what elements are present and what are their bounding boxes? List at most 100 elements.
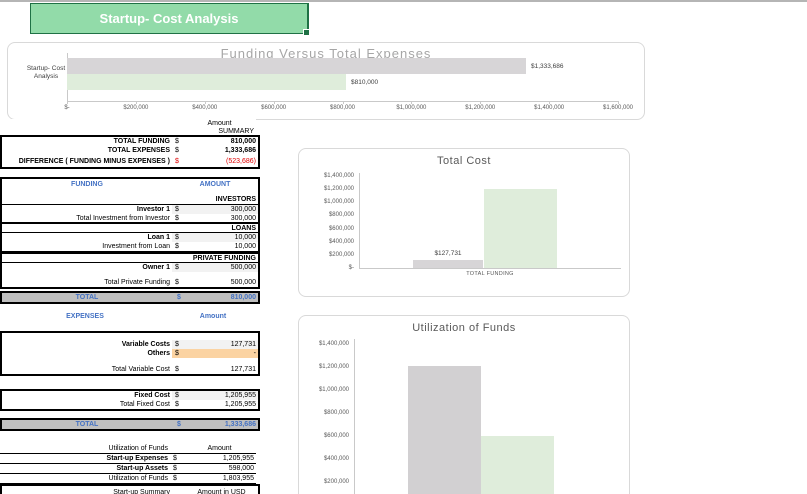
- fixed-box-row-1-dollar[interactable]: $: [172, 401, 187, 408]
- utilization-table-row-3-valuecell[interactable]: $1,803,955: [170, 474, 256, 483]
- private-box-row-1-value[interactable]: 500,000: [187, 264, 258, 271]
- summary-box-row-1-valuecell[interactable]: $1,333,686: [172, 146, 258, 155]
- private-box-row-1-valuecell[interactable]: $500,000: [172, 263, 258, 272]
- private-box-row-3-dollar[interactable]: $: [172, 279, 187, 286]
- variable-box-row-2-valuecell[interactable]: $ -: [172, 349, 258, 358]
- utilization-table-row-0-valuecell[interactable]: Amount: [170, 444, 256, 453]
- funding-box-row-4-value[interactable]: 300,000: [187, 215, 258, 222]
- variable-box-row-2-value[interactable]: -: [187, 350, 258, 357]
- loans-box-row-1-valuecell[interactable]: $10,000: [172, 233, 258, 242]
- variable-box-row-2-label[interactable]: Others: [2, 350, 172, 357]
- private-box-row-1-dollar[interactable]: $: [172, 264, 187, 271]
- funding-total-row-0-dollar[interactable]: $: [174, 294, 189, 301]
- utilization-table-row-2-value[interactable]: 598,000: [185, 465, 256, 472]
- summary-box-row-2-label[interactable]: DIFFERENCE ( FUNDING MINUS EXPENSES ): [2, 158, 172, 165]
- bar-series-1[interactable]: [67, 74, 346, 90]
- utilization-table-row-2-label[interactable]: Start-up Assets: [0, 465, 170, 472]
- loans-box-row-2-valuecell[interactable]: $10,000: [172, 242, 258, 251]
- variable-box-row-4-value[interactable]: 127,731: [187, 366, 258, 373]
- private-box-row-1-label[interactable]: Owner 1: [2, 264, 172, 271]
- summary-box-row-2-value[interactable]: (523,686): [187, 158, 258, 165]
- summary-head-row-0-valuecell[interactable]: Amount: [170, 119, 256, 127]
- startup-summary-partial-row-0-valuecell[interactable]: Amount in USD: [172, 486, 258, 494]
- summary-head-row-0-value[interactable]: Amount: [185, 120, 256, 127]
- chart-utilization-of-funds[interactable]: Utilization of Funds $1,400,000 $1,200,00…: [298, 315, 630, 494]
- utilization-table-row-2-dollar[interactable]: $: [170, 465, 185, 472]
- fixed-box-row-0-dollar[interactable]: $: [172, 392, 187, 399]
- bar-series-0[interactable]: [413, 260, 483, 268]
- variable-box-row-1-value[interactable]: 127,731: [187, 341, 258, 348]
- utilization-table-row-3-value[interactable]: 1,803,955: [185, 475, 256, 482]
- summary-head-section-header[interactable]: SUMMARY: [0, 128, 256, 135]
- startup-summary-partial-row-0-value[interactable]: Amount in USD: [187, 489, 258, 494]
- variable-box-row-4-dollar[interactable]: $: [172, 366, 187, 373]
- startup-summary-partial-row-0-label[interactable]: Start-up Summary: [2, 489, 172, 494]
- summary-box-row-0-valuecell[interactable]: $810,000: [172, 137, 258, 146]
- private-box-section-header[interactable]: PRIVATE FUNDING: [2, 255, 258, 262]
- expenses-head-col-header-left[interactable]: EXPENSES: [0, 313, 170, 320]
- fixed-box-row-0-valuecell[interactable]: $1,205,955: [172, 391, 258, 400]
- chart-total-cost[interactable]: Total Cost TOTAL FUNDING $1,400,000 $1,20…: [298, 148, 630, 297]
- funding-total-row-0-label[interactable]: TOTAL: [2, 294, 174, 301]
- loans-box-row-2-label[interactable]: Investment from Loan: [2, 243, 172, 250]
- funding-box-col-header-right[interactable]: AMOUNT: [172, 181, 258, 188]
- private-box-row-3-valuecell[interactable]: $500,000: [172, 277, 258, 287]
- utilization-table-row-0-label[interactable]: Utilization of Funds: [0, 445, 170, 452]
- fixed-box-row-1-valuecell[interactable]: $1,205,955: [172, 400, 258, 409]
- loans-box-row-1-dollar[interactable]: $: [172, 234, 187, 241]
- fixed-box-row-1-value[interactable]: 1,205,955: [187, 401, 258, 408]
- funding-box-row-4-dollar[interactable]: $: [172, 215, 187, 222]
- summary-box-row-0-dollar[interactable]: $: [172, 138, 187, 145]
- utilization-table-row-3-dollar[interactable]: $: [170, 475, 185, 482]
- summary-box-row-1-label[interactable]: TOTAL EXPENSES: [2, 147, 172, 154]
- fixed-box-row-0-value[interactable]: 1,205,955: [187, 392, 258, 399]
- summary-box-row-2-valuecell[interactable]: $ (523,686): [172, 155, 258, 167]
- utilization-table-row-3-label[interactable]: Utilization of Funds: [0, 475, 170, 482]
- variable-box-row-4-label[interactable]: Total Variable Cost: [2, 366, 172, 373]
- variable-box-row-1-label[interactable]: Variable Costs: [2, 341, 172, 348]
- funding-total-row-0-value[interactable]: 810,000: [189, 294, 258, 301]
- funding-box-row-4-label[interactable]: Total Investment from Investor: [2, 215, 172, 222]
- funding-box-row-3-dollar[interactable]: $: [172, 206, 187, 213]
- bar-series-0[interactable]: [408, 366, 481, 494]
- expenses-total-row-0-label[interactable]: TOTAL: [2, 421, 174, 428]
- loans-box-row-1-label[interactable]: Loan 1: [2, 234, 172, 241]
- utilization-table-row-2-valuecell[interactable]: $598,000: [170, 464, 256, 473]
- title-cell[interactable]: Startup- Cost Analysis: [30, 3, 310, 36]
- private-box-row-3-label[interactable]: Total Private Funding: [2, 279, 172, 286]
- summary-box-row-0-label[interactable]: TOTAL FUNDING: [2, 138, 172, 145]
- fixed-box-row-0-label[interactable]: Fixed Cost: [2, 392, 172, 399]
- loans-box-row-2-value[interactable]: 10,000: [187, 243, 258, 250]
- loans-box-row-1-value[interactable]: 10,000: [187, 234, 258, 241]
- funding-box-row-3-valuecell[interactable]: $300,000: [172, 205, 258, 214]
- utilization-table-row-1-valuecell[interactable]: $1,205,955: [170, 454, 256, 463]
- fixed-box-row-1-label[interactable]: Total Fixed Cost: [2, 401, 172, 408]
- utilization-table-row-0-value[interactable]: Amount: [185, 445, 256, 452]
- utilization-table-row-1-label[interactable]: Start-up Expenses: [0, 455, 170, 462]
- expenses-head-col-header-right[interactable]: Amount: [170, 313, 256, 320]
- expenses-total-row-0-valuecell[interactable]: $1,333,686: [174, 420, 258, 429]
- funding-box-row-3-value[interactable]: 300,000: [187, 206, 258, 213]
- bar-series-1[interactable]: [484, 189, 557, 268]
- variable-box-row-4-valuecell[interactable]: $127,731: [172, 365, 258, 374]
- summary-box-row-1-value[interactable]: 1,333,686: [187, 147, 258, 154]
- private-box-row-3-value[interactable]: 500,000: [187, 279, 258, 286]
- funding-box-section-header[interactable]: INVESTORS: [2, 196, 258, 203]
- expenses-total-row-0-value[interactable]: 1,333,686: [189, 421, 258, 428]
- summary-box-row-2-dollar[interactable]: $: [172, 158, 187, 165]
- utilization-table-row-1-value[interactable]: 1,205,955: [185, 455, 256, 462]
- bar-series-0[interactable]: [67, 58, 526, 74]
- chart-funding-vs-expenses[interactable]: Funding Versus Total Expenses Startup- C…: [7, 42, 645, 120]
- expenses-total-row-0-dollar[interactable]: $: [174, 421, 189, 428]
- variable-box-row-1-valuecell[interactable]: $127,731: [172, 340, 258, 349]
- variable-box-row-1-dollar[interactable]: $: [172, 341, 187, 348]
- selection-handle[interactable]: [303, 29, 310, 36]
- loans-box-row-2-dollar[interactable]: $: [172, 243, 187, 250]
- funding-box-col-header-left[interactable]: FUNDING: [2, 181, 172, 188]
- variable-box-row-2-dollar[interactable]: $: [172, 350, 187, 357]
- loans-box-section-header[interactable]: LOANS: [2, 225, 258, 232]
- utilization-table-row-1-dollar[interactable]: $: [170, 455, 185, 462]
- funding-box-row-3-label[interactable]: Investor 1: [2, 206, 172, 213]
- summary-box-row-1-dollar[interactable]: $: [172, 147, 187, 154]
- funding-total-row-0-valuecell[interactable]: $810,000: [174, 293, 258, 302]
